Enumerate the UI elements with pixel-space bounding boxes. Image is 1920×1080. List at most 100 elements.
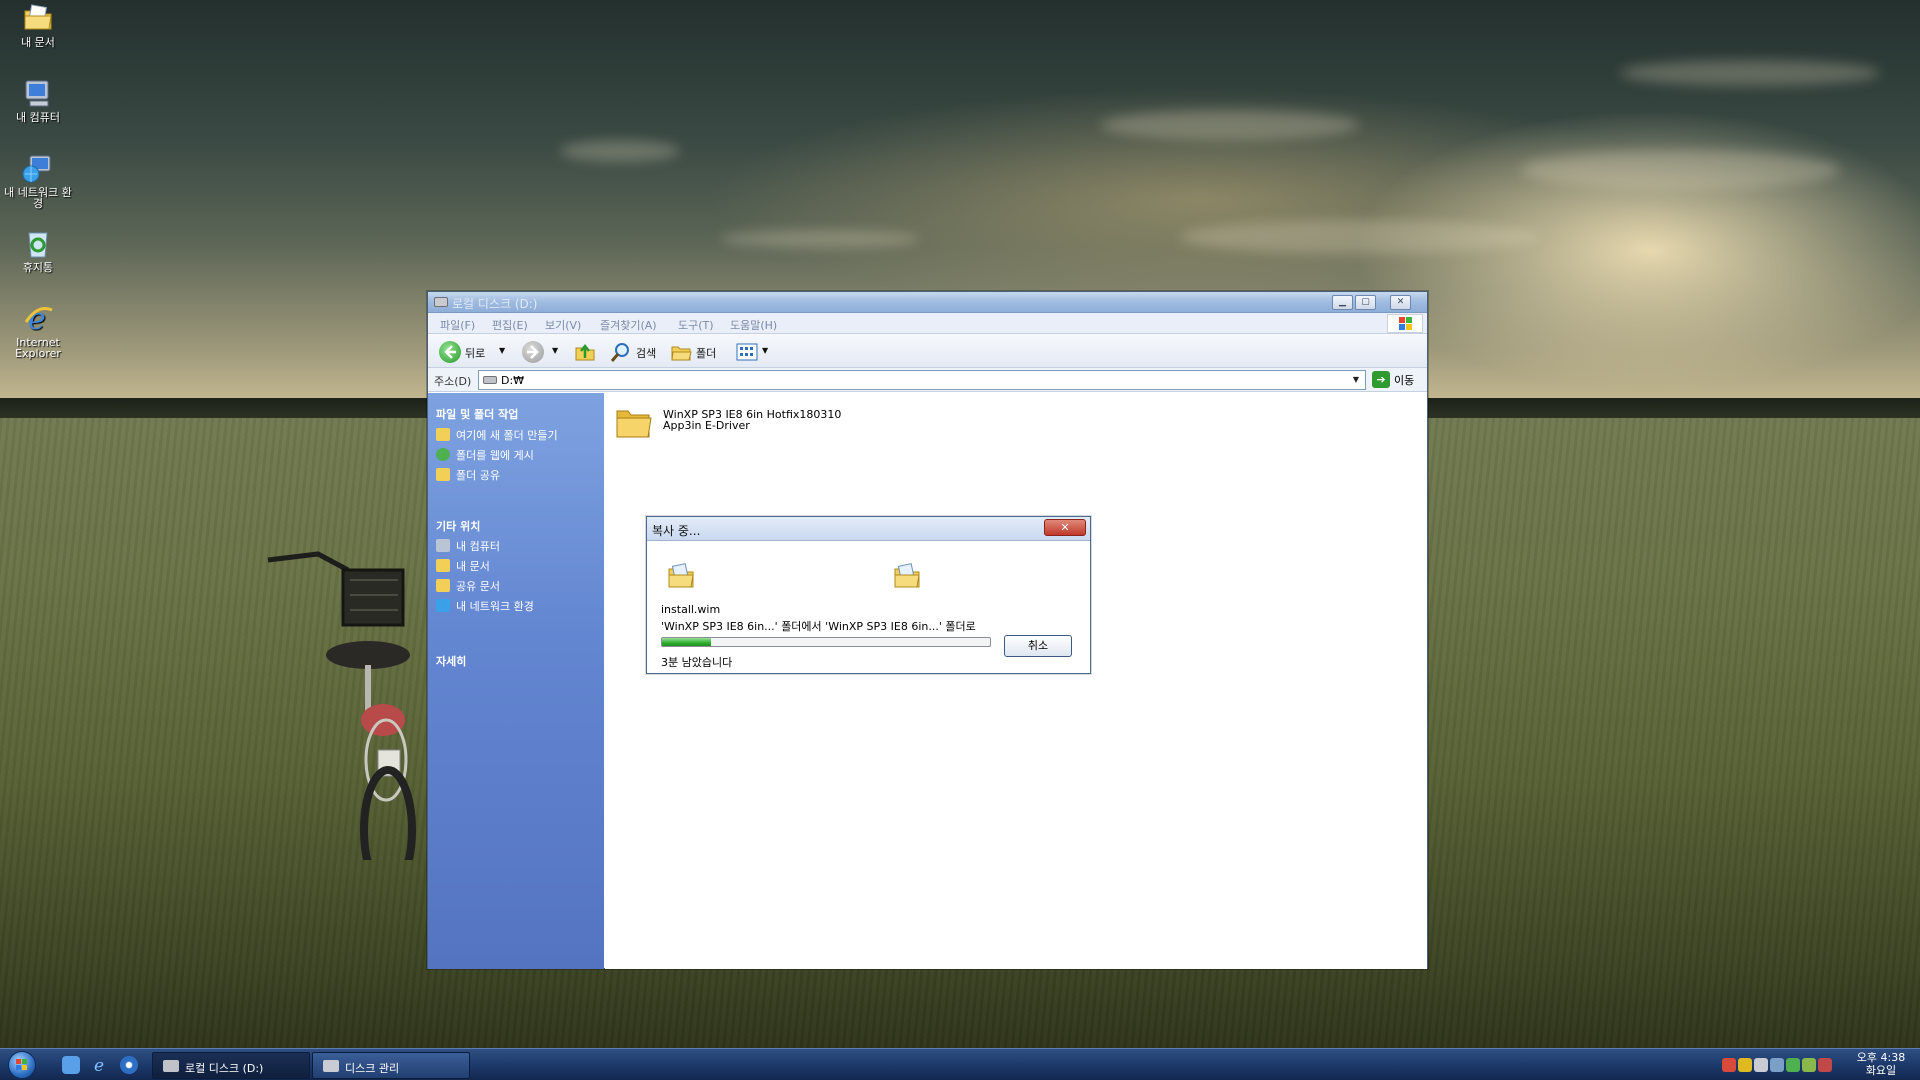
cancel-button[interactable]: 취소 bbox=[1004, 635, 1072, 657]
back-button[interactable]: 뒤로 ▼ bbox=[439, 341, 509, 363]
drive-icon bbox=[434, 297, 448, 307]
desktop-icon-label: 내 네트워크 환경 bbox=[4, 186, 72, 210]
wallpaper-cloud bbox=[1620, 60, 1880, 86]
desktop-icon-internet-explorer[interactable]: e Internet Explorer bbox=[0, 302, 76, 359]
desktop-icon-label: Internet Explorer bbox=[15, 336, 61, 360]
desktop-icon-my-computer[interactable]: 내 컴퓨터 bbox=[0, 77, 76, 123]
wallpaper-cloud bbox=[1520, 150, 1840, 190]
dialog-titlebar[interactable]: 복사 중... ✕ bbox=[647, 517, 1090, 541]
progress-fill bbox=[662, 638, 712, 646]
forward-button[interactable]: ▼ bbox=[522, 341, 562, 363]
up-folder-button[interactable] bbox=[574, 341, 596, 363]
address-bar: 주소(D) D:₩ ▼ ➔ 이동 bbox=[428, 368, 1427, 392]
task-publish-web[interactable]: 폴더를 웹에 게시 bbox=[436, 447, 534, 463]
windows-logo-icon bbox=[16, 1059, 27, 1070]
media-player-icon[interactable] bbox=[120, 1056, 138, 1074]
share-folder-icon bbox=[436, 468, 450, 481]
copy-progress-dialog[interactable]: 복사 중... ✕ install.wim 'WinXP SP3 IE8 6in… bbox=[646, 516, 1091, 674]
close-button[interactable]: ✕ bbox=[1044, 519, 1086, 536]
search-icon bbox=[610, 341, 632, 363]
network-places-icon bbox=[22, 152, 54, 184]
antivirus-icon[interactable] bbox=[1818, 1058, 1832, 1072]
folder-name: WinXP SP3 IE8 6in Hotfix180310 App3in E-… bbox=[663, 408, 842, 432]
desktop-icon-recycle-bin[interactable]: 휴지통 bbox=[0, 227, 76, 273]
my-documents-icon bbox=[436, 559, 450, 572]
my-computer-icon bbox=[22, 77, 54, 109]
folders-button[interactable]: 폴더 bbox=[670, 341, 726, 363]
clock-time: 오후 4:38 bbox=[1856, 1051, 1906, 1064]
show-desktop-icon[interactable] bbox=[62, 1056, 80, 1074]
recycle-bin-icon bbox=[22, 227, 54, 259]
alert-icon[interactable] bbox=[1722, 1058, 1736, 1072]
back-arrow-icon bbox=[439, 341, 461, 363]
menu-file[interactable]: 파일(F) bbox=[440, 317, 475, 333]
wallpaper-cloud bbox=[560, 140, 680, 162]
menu-favorites[interactable]: 즐겨찾기(A) bbox=[600, 317, 657, 333]
desktop-icon-network-places[interactable]: 내 네트워크 환경 bbox=[0, 152, 76, 209]
place-my-computer[interactable]: 내 컴퓨터 bbox=[436, 538, 500, 554]
explorer-titlebar[interactable]: 로컬 디스크 (D:) ▁ ▢ ✕ bbox=[428, 292, 1427, 313]
my-documents-icon bbox=[22, 2, 54, 34]
menu-help[interactable]: 도움말(H) bbox=[730, 317, 777, 333]
copy-filename: install.wim bbox=[661, 603, 721, 616]
start-button[interactable] bbox=[8, 1051, 36, 1079]
folder-item[interactable]: WinXP SP3 IE8 6in Hotfix180310 App3in E-… bbox=[615, 405, 875, 445]
taskbar-item-local-disk[interactable]: 로컬 디스크 (D:) bbox=[152, 1052, 310, 1079]
security-shield-icon[interactable] bbox=[1738, 1058, 1752, 1072]
copy-progress-bar bbox=[661, 637, 991, 647]
taskbar: e 로컬 디스크 (D:) 디스크 관리 오후 4:38 화요일 bbox=[0, 1048, 1920, 1080]
wallpaper-cloud bbox=[1180, 220, 1540, 254]
close-button[interactable]: ✕ bbox=[1390, 295, 1411, 310]
update-icon[interactable] bbox=[1802, 1058, 1816, 1072]
view-grid-icon bbox=[736, 341, 758, 363]
chevron-down-icon[interactable]: ▼ bbox=[1349, 373, 1363, 387]
maximize-button[interactable]: ▢ bbox=[1355, 295, 1376, 310]
details-heading[interactable]: 자세히 bbox=[436, 653, 466, 669]
views-button[interactable]: ▼ bbox=[736, 341, 770, 363]
task-new-folder[interactable]: 여기에 새 폴더 만들기 bbox=[436, 427, 558, 443]
desktop-icon-label: 휴지통 bbox=[22, 261, 54, 274]
wallpaper-cloud bbox=[720, 230, 920, 248]
drive-icon bbox=[163, 1060, 179, 1072]
shared-documents-icon bbox=[436, 579, 450, 592]
internet-explorer-icon: e bbox=[22, 302, 54, 337]
menu-view[interactable]: 보기(V) bbox=[545, 317, 581, 333]
place-network-places[interactable]: 내 네트워크 환경 bbox=[436, 598, 534, 614]
globe-icon bbox=[436, 448, 450, 461]
windows-logo-icon bbox=[1387, 314, 1423, 333]
place-shared-documents[interactable]: 공유 문서 bbox=[436, 578, 500, 594]
file-list[interactable]: WinXP SP3 IE8 6in Hotfix180310 App3in E-… bbox=[605, 393, 1427, 969]
desktop-icon-my-documents[interactable]: 내 문서 bbox=[0, 2, 76, 48]
place-my-documents[interactable]: 내 문서 bbox=[436, 558, 490, 574]
bicycle-illustration bbox=[267, 551, 416, 860]
minimize-button[interactable]: ▁ bbox=[1332, 295, 1353, 310]
drive-icon bbox=[483, 376, 497, 384]
source-folder-icon bbox=[667, 561, 695, 589]
chevron-down-icon[interactable]: ▼ bbox=[499, 346, 505, 355]
address-label: 주소(D) bbox=[434, 375, 472, 388]
task-share-folder[interactable]: 폴더 공유 bbox=[436, 467, 500, 483]
volume-icon[interactable] bbox=[1754, 1058, 1768, 1072]
my-computer-icon bbox=[436, 539, 450, 552]
internet-explorer-icon[interactable]: e bbox=[92, 1056, 110, 1076]
file-folder-tasks-heading[interactable]: 파일 및 폴더 작업 bbox=[436, 406, 518, 422]
wallpaper-cloud bbox=[1100, 110, 1360, 140]
folder-icon bbox=[615, 405, 653, 439]
clock-day: 화요일 bbox=[1865, 1064, 1897, 1077]
copy-path: 'WinXP SP3 IE8 6in...' 폴더에서 'WinXP SP3 I… bbox=[661, 620, 976, 633]
dialog-title: 복사 중... bbox=[652, 524, 701, 538]
address-field[interactable]: D:₩ ▼ bbox=[478, 370, 1366, 390]
clock[interactable]: 오후 4:38 화요일 bbox=[1846, 1051, 1916, 1077]
desktop-icon-label: 내 컴퓨터 bbox=[16, 111, 60, 124]
chevron-down-icon[interactable]: ▼ bbox=[552, 346, 558, 355]
menu-tools[interactable]: 도구(T) bbox=[678, 317, 714, 333]
other-places-heading[interactable]: 기타 위치 bbox=[436, 518, 480, 534]
search-button[interactable]: 검색 bbox=[610, 341, 666, 363]
network-places-icon bbox=[436, 599, 450, 612]
menu-edit[interactable]: 편집(E) bbox=[492, 317, 528, 333]
forward-arrow-icon bbox=[522, 341, 544, 363]
safely-remove-icon[interactable] bbox=[1786, 1058, 1800, 1072]
taskbar-item-disk-management[interactable]: 디스크 관리 bbox=[312, 1052, 470, 1079]
network-icon[interactable] bbox=[1770, 1058, 1784, 1072]
chevron-down-icon[interactable]: ▼ bbox=[762, 346, 768, 355]
